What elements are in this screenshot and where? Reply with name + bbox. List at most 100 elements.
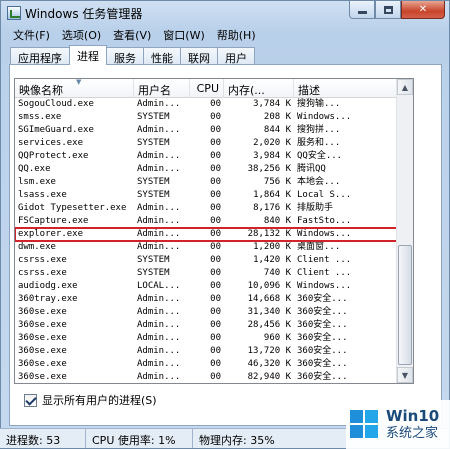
tab-performance[interactable]: 性能 (143, 47, 181, 65)
table-row[interactable]: 360se.exe Admin... 00 82,940 K 360安全... (15, 371, 413, 383)
table-row[interactable]: QQProtect.exe Admin... 00 3,984 K QQ安全... (15, 150, 413, 163)
table-row[interactable]: FSCapture.exe Admin... 00 840 K FastSto... (15, 215, 413, 228)
cell-memory: 1,200 K (253, 242, 291, 252)
table-row[interactable]: lsm.exe SYSTEM 00 756 K 本地会... (15, 176, 413, 189)
cell-user-name: Admin... (137, 216, 181, 226)
table-row[interactable]: services.exe SYSTEM 00 2,020 K 服务和... (15, 137, 413, 150)
table-row[interactable]: csrss.exe SYSTEM 00 740 K Client ... (15, 267, 413, 280)
table-row[interactable]: dwm.exe Admin... 00 1,200 K 桌面窗... (15, 241, 413, 254)
cell-user-name: Admin... (137, 229, 181, 239)
cell-image-name: 360tray.exe (18, 294, 78, 304)
sort-indicator-icon: ▼ (76, 78, 82, 86)
cell-cpu: 00 (210, 255, 221, 265)
tab-applications[interactable]: 应用程序 (10, 47, 70, 65)
cell-description: 360安全... (297, 333, 348, 343)
table-row[interactable]: smss.exe SYSTEM 00 208 K Windows... (15, 111, 413, 124)
close-icon: ✕ (418, 4, 428, 15)
cell-cpu: 00 (210, 281, 221, 291)
table-row[interactable]: 360se.exe Admin... 00 13,720 K 360安全... (15, 345, 413, 358)
cell-cpu: 00 (210, 242, 221, 252)
column-header-description[interactable]: 描述 (294, 79, 398, 98)
cell-description: 桌面窗... (297, 242, 341, 252)
tab-users[interactable]: 用户 (217, 47, 255, 65)
cell-memory: 2,020 K (253, 138, 291, 148)
column-header-cpu[interactable]: CPU (190, 79, 224, 98)
cell-description: QQ安全... (297, 151, 343, 161)
cell-description: Windows... (297, 229, 352, 239)
cell-user-name: Admin... (137, 372, 181, 382)
cell-description: Client ... (297, 268, 352, 278)
table-row[interactable]: 360se.exe Admin... 00 46,320 K 360安全... (15, 358, 413, 371)
minimize-button[interactable] (349, 1, 375, 19)
cell-description: 360安全... (297, 294, 348, 304)
table-row[interactable]: Gidot Typesetter.exe Admin... 00 8,176 K 排版助… (15, 202, 413, 215)
menu-window[interactable]: 窗口(W) (157, 25, 210, 43)
list-header: ▼ 映像名称 用户名 CPU 内存(... 描述 (15, 79, 413, 98)
cell-memory: 844 K (263, 125, 291, 135)
table-row[interactable]: audiodg.exe LOCAL... 00 10,096 K Windows... (15, 280, 413, 293)
cell-image-name: csrss.exe (18, 255, 67, 265)
cell-memory: 13,720 K (247, 346, 291, 356)
close-button[interactable]: ✕ (401, 1, 445, 19)
menu-file[interactable]: 文件(F) (7, 25, 56, 43)
table-row[interactable]: SogouCloud.exe Admin... 00 3,784 K 搜狗输... (15, 98, 413, 111)
table-row[interactable]: QQ.exe Admin... 00 38,256 K 腾讯QQ (15, 163, 413, 176)
column-header-memory[interactable]: 内存(... (224, 79, 294, 98)
scroll-down-icon[interactable]: ▼ (397, 367, 413, 383)
cell-cpu: 00 (210, 320, 221, 330)
cell-memory: 46,320 K (247, 359, 291, 369)
vertical-scrollbar[interactable]: ▲ ▼ (396, 79, 413, 383)
process-rows: SogouCloud.exe Admin... 00 3,784 K 搜狗输... sms… (15, 98, 413, 383)
menu-view[interactable]: 查看(V) (107, 25, 157, 43)
tab-services[interactable]: 服务 (106, 47, 144, 65)
cell-user-name: Admin... (137, 294, 181, 304)
cell-cpu: 00 (210, 190, 221, 200)
cell-cpu: 00 (210, 151, 221, 161)
menu-help[interactable]: 帮助(H) (211, 25, 262, 43)
table-row[interactable]: lsass.exe SYSTEM 00 1,864 K Local S... (15, 189, 413, 202)
cell-description: Windows... (297, 281, 352, 291)
table-row[interactable]: 360se.exe Admin... 00 28,456 K 360安全... (15, 319, 413, 332)
column-header-user-name[interactable]: 用户名 (134, 79, 190, 98)
tab-networking[interactable]: 联网 (180, 47, 218, 65)
cell-user-name: SYSTEM (137, 112, 170, 122)
cell-cpu: 00 (210, 333, 221, 343)
column-header-image-name[interactable]: 映像名称 (15, 79, 134, 98)
table-row[interactable]: 360se.exe Admin... 00 31,340 K 360安全... (15, 306, 413, 319)
cell-description: Local S... (297, 190, 352, 200)
table-row[interactable]: 360se.exe Admin... 00 960 K 360安全... (15, 332, 413, 345)
table-row[interactable]: 360tray.exe Admin... 00 14,668 K 360安全... (15, 293, 413, 306)
table-row[interactable]: SGImeGuard.exe Admin... 00 844 K 搜狗拼... (15, 124, 413, 137)
cell-cpu: 00 (210, 268, 221, 278)
watermark-line1: Win10 (386, 406, 440, 425)
tab-strip: 应用程序 进程 服务 性能 联网 用户 (10, 45, 255, 65)
cell-user-name: Admin... (137, 203, 181, 213)
cell-user-name: SYSTEM (137, 177, 170, 187)
table-row[interactable]: explorer.exe Admin... 00 28,132 K Windows... (15, 227, 413, 242)
cell-cpu: 00 (210, 359, 221, 369)
cell-image-name: Gidot Typesetter.exe (18, 203, 127, 213)
cell-user-name: Admin... (137, 320, 181, 330)
cell-memory: 840 K (263, 216, 291, 226)
cell-user-name: Admin... (137, 99, 181, 109)
table-row[interactable]: csrss.exe SYSTEM 00 1,420 K Client ... (15, 254, 413, 267)
window-title: Windows 任务管理器 (25, 7, 143, 21)
cell-memory: 756 K (263, 177, 291, 187)
menu-options[interactable]: 选项(O) (56, 25, 107, 43)
status-cpu-usage: CPU 使用率: 1% (86, 429, 193, 448)
tab-processes[interactable]: 进程 (69, 45, 107, 65)
cell-image-name: dwm.exe (18, 242, 56, 252)
watermark-text: Win10 系统之家 (386, 406, 440, 442)
show-all-users-checkbox[interactable] (24, 393, 37, 407)
scroll-thumb[interactable] (398, 245, 412, 365)
cell-memory: 740 K (263, 268, 291, 278)
scroll-up-icon[interactable]: ▲ (397, 79, 413, 95)
show-all-users-option[interactable]: 显示所有用户的进程(S) (24, 392, 157, 408)
maximize-button[interactable] (375, 1, 401, 19)
cell-user-name: Admin... (137, 346, 181, 356)
cell-image-name: lsass.exe (18, 190, 67, 200)
cell-image-name: lsm.exe (18, 177, 56, 187)
show-all-users-label: 显示所有用户的进程(S) (42, 394, 157, 407)
cell-image-name: QQProtect.exe (18, 151, 89, 161)
cell-user-name: Admin... (137, 359, 181, 369)
